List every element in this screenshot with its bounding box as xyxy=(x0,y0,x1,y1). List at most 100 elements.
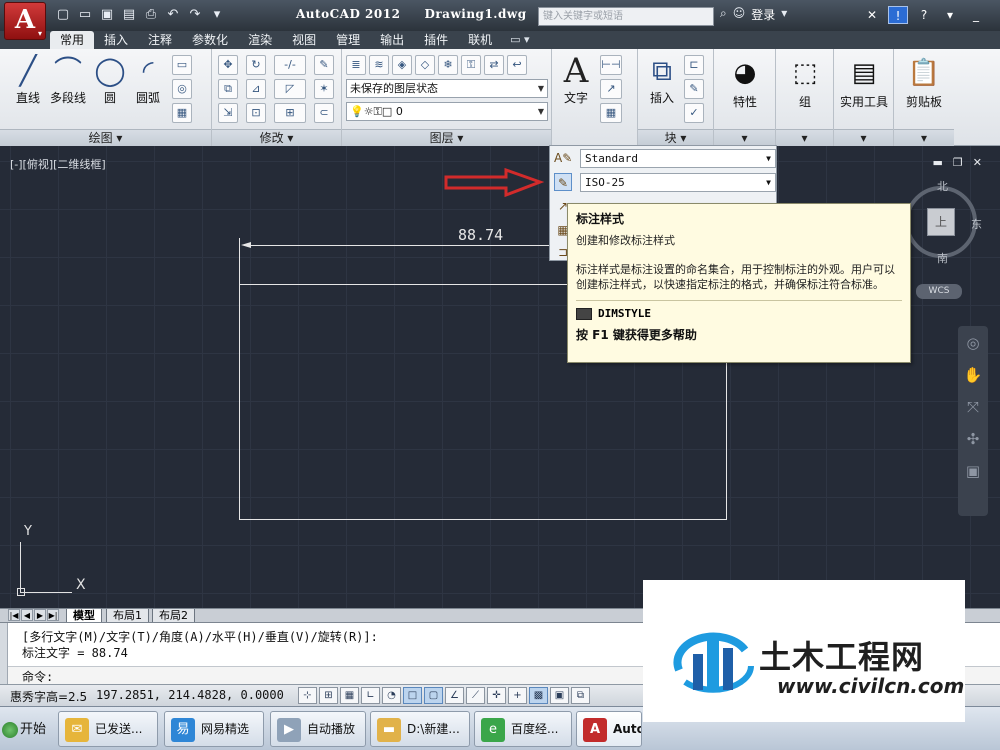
layer-isolate-icon[interactable]: ◇ xyxy=(415,55,435,75)
explode-icon[interactable]: ✶ xyxy=(314,79,334,99)
properties-tool[interactable]: ◕ 特性 xyxy=(716,53,774,110)
print-icon[interactable]: ⎙ xyxy=(142,6,160,24)
polyline-tool[interactable]: ⌒ 多段线 xyxy=(46,53,90,106)
grid-icon[interactable]: ▦ xyxy=(340,687,359,704)
transparency-icon[interactable]: ▩ xyxy=(529,687,548,704)
create-block-icon[interactable]: ⊏ xyxy=(684,55,704,75)
tab-3[interactable]: 参数化 xyxy=(182,31,238,49)
zoom-icon[interactable]: ⤧ xyxy=(958,398,988,422)
tab-4[interactable]: 渲染 xyxy=(238,31,282,49)
last-layout-icon[interactable]: ▶| xyxy=(47,609,59,621)
steering-wheel-icon[interactable]: ◎ xyxy=(958,334,988,358)
taskbar-item-autoplay[interactable]: ▶ 自动播放 xyxy=(270,711,366,747)
otrack-icon[interactable]: ∠ xyxy=(445,687,464,704)
modify-panel-title[interactable]: 修改 ▾ xyxy=(212,129,341,146)
snap-icon[interactable]: ⊞ xyxy=(319,687,338,704)
arc-tool[interactable]: ◜ 圆弧 xyxy=(126,53,170,106)
properties-panel-title[interactable]: ▾ xyxy=(714,129,775,146)
minimize-button[interactable]: _ xyxy=(966,6,986,24)
layer-properties-icon[interactable]: ≣ xyxy=(346,55,366,75)
rectangle-icon[interactable]: ▭ xyxy=(172,55,192,75)
login-dropdown-icon[interactable]: ▾ xyxy=(781,6,787,23)
leader-icon[interactable]: ↗ xyxy=(600,79,622,99)
copy-icon[interactable]: ⧉ xyxy=(218,79,238,99)
layer-freeze-icon[interactable]: ❄ xyxy=(438,55,458,75)
orbit-icon[interactable]: ✣ xyxy=(958,430,988,454)
insert-block-tool[interactable]: ⧉ 插入 xyxy=(640,53,684,106)
clipboard-panel-title[interactable]: ▾ xyxy=(894,129,954,146)
utilities-panel-title[interactable]: ▾ xyxy=(834,129,893,146)
quick-properties-icon[interactable]: ▣ xyxy=(550,687,569,704)
selection-cycling-icon[interactable]: ⧉ xyxy=(571,687,590,704)
lineweight-icon[interactable]: + xyxy=(508,687,527,704)
infer-constraints-icon[interactable]: ⊹ xyxy=(298,687,317,704)
viewport-controls[interactable]: [-][俯视][二维线框] xyxy=(10,156,106,172)
dim-style-select[interactable]: ISO-25 ▼ xyxy=(580,173,776,192)
table-icon[interactable]: ▦ xyxy=(600,103,622,123)
tab-7[interactable]: 输出 xyxy=(370,31,414,49)
text-tool[interactable]: A 文字 xyxy=(554,53,598,106)
tab-0[interactable]: 常用 xyxy=(50,31,95,49)
layer-previous-icon[interactable]: ↩ xyxy=(507,55,527,75)
text-style-icon[interactable]: A✎ xyxy=(554,149,572,167)
save-as-icon[interactable]: ▤ xyxy=(120,6,138,24)
layer-select[interactable]: 💡☼⚿□ 0 ▼ xyxy=(346,102,548,121)
save-icon[interactable]: ▣ xyxy=(98,6,116,24)
open-icon[interactable]: ▭ xyxy=(76,6,94,24)
ribbon-options-icon[interactable]: ▭ ▾ xyxy=(502,31,537,49)
tab-layout2[interactable]: 布局2 xyxy=(152,609,195,623)
exchange-icon[interactable]: ✕ xyxy=(862,6,882,24)
offset-icon[interactable]: ⊂ xyxy=(314,103,334,123)
redo-icon[interactable]: ↷ xyxy=(186,6,204,24)
tab-1[interactable]: 插入 xyxy=(94,31,138,49)
application-menu-button[interactable]: A ▾ xyxy=(4,2,46,40)
ellipse-icon[interactable]: ◎ xyxy=(172,79,192,99)
layer-off-icon[interactable]: ◈ xyxy=(392,55,412,75)
tab-2[interactable]: 注释 xyxy=(138,31,182,49)
close-icon[interactable]: ✕ xyxy=(973,156,982,169)
help-search-input[interactable]: 键入关键字或短语 xyxy=(538,7,714,26)
stretch-icon[interactable]: ⇲ xyxy=(218,103,238,123)
edit-block-icon[interactable]: ✎ xyxy=(684,79,704,99)
polar-icon[interactable]: ◔ xyxy=(382,687,401,704)
undo-icon[interactable]: ↶ xyxy=(164,6,182,24)
fillet-icon[interactable]: ◸ xyxy=(274,79,306,99)
help-button[interactable]: ! xyxy=(888,6,908,24)
taskbar-item-folder[interactable]: ▬ D:\新建... xyxy=(370,711,470,747)
compass-east[interactable]: 东 xyxy=(971,216,982,232)
prev-layout-icon[interactable]: ◀ xyxy=(21,609,33,621)
hatch-icon[interactable]: ▦ xyxy=(172,103,192,123)
compass-south[interactable]: 南 xyxy=(937,250,948,266)
block-panel-title[interactable]: 块 ▾ xyxy=(638,129,713,146)
wcs-menu[interactable]: WCS xyxy=(916,284,962,299)
taskbar-item-netease[interactable]: 易网易精选 xyxy=(164,711,264,747)
ortho-icon[interactable]: ∟ xyxy=(361,687,380,704)
ducs-icon[interactable]: ⟋ xyxy=(466,687,485,704)
layer-lock-icon[interactable]: ⚿ xyxy=(461,55,481,75)
binoculars-icon[interactable]: ⌕ xyxy=(720,6,727,23)
layer-state-select[interactable]: 未保存的图层状态 ▼ xyxy=(346,79,548,98)
3d-osnap-icon[interactable]: ▢ xyxy=(424,687,443,704)
compass-north[interactable]: 北 xyxy=(937,178,948,194)
tab-5[interactable]: 视图 xyxy=(282,31,326,49)
tab-9[interactable]: 联机 xyxy=(458,31,502,49)
attribute-icon[interactable]: ✓ xyxy=(684,103,704,123)
qat-dropdown-icon[interactable]: ▾ xyxy=(208,6,226,24)
coordinate-readout[interactable]: 197.2851, 214.4828, 0.0000 xyxy=(96,688,284,702)
user-icon[interactable]: ☺ xyxy=(733,6,746,23)
help-question-icon[interactable]: ? xyxy=(914,6,934,24)
layer-panel-title[interactable]: 图层 ▾ xyxy=(342,129,551,146)
layer-state-icon[interactable]: ≋ xyxy=(369,55,389,75)
taskbar-item-mail[interactable]: ✉ 已发送... xyxy=(58,711,158,747)
taskbar-item-autocad[interactable]: A AutoC xyxy=(576,711,642,747)
showmotion-icon[interactable]: ▣ xyxy=(958,462,988,486)
first-layout-icon[interactable]: |◀ xyxy=(8,609,20,621)
text-style-select[interactable]: Standard ▼ xyxy=(580,149,776,168)
group-panel-title[interactable]: ▾ xyxy=(776,129,833,146)
osnap-icon[interactable]: □ xyxy=(403,687,422,704)
erase-icon[interactable]: ✎ xyxy=(314,55,334,75)
group-tool[interactable]: ⬚ 组 xyxy=(776,53,834,110)
array-icon[interactable]: ⊞ xyxy=(274,103,306,123)
move-icon[interactable]: ✥ xyxy=(218,55,238,75)
tab-6[interactable]: 管理 xyxy=(326,31,370,49)
